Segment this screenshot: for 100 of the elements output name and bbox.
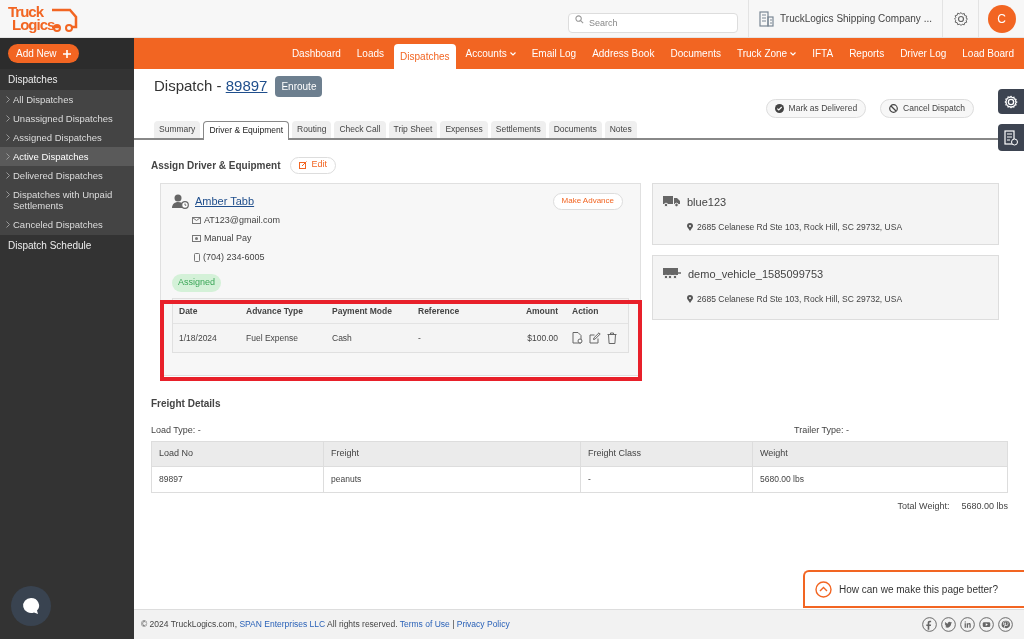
sidebar-item[interactable]: Unassigned Dispatches <box>0 109 134 128</box>
driver-name-link[interactable]: Amber Tabb <box>195 192 255 210</box>
twitter-icon[interactable] <box>941 617 956 632</box>
chevron-right-icon <box>6 134 10 141</box>
caret-icon <box>790 51 797 56</box>
table-cell: - <box>581 467 753 492</box>
tab[interactable]: Summary <box>154 120 201 138</box>
trailer-icon <box>663 268 681 280</box>
edit-icon <box>299 161 308 169</box>
chat-bubble-icon <box>21 596 41 616</box>
page-title: Dispatch - <box>154 77 223 94</box>
column-header: Date <box>179 304 199 318</box>
column-header: Amount <box>524 304 558 318</box>
location-pin-icon <box>687 223 693 232</box>
tab[interactable]: Expenses <box>440 120 488 138</box>
chevron-right-icon <box>6 221 10 228</box>
column-header: Weight <box>759 447 789 461</box>
mark-delivered-button[interactable]: Mark as Delivered <box>765 98 867 118</box>
column-header: Action <box>571 304 600 318</box>
assigned-tag: Assigned <box>172 274 222 292</box>
ban-icon <box>889 103 899 113</box>
footer-link[interactable]: Privacy Policy <box>456 619 510 630</box>
column-header: Payment Mode <box>332 304 393 318</box>
column-header: Advance Type <box>246 304 304 318</box>
sidebar-item[interactable]: All Dispatches <box>0 90 134 109</box>
check-circle-icon <box>774 103 784 113</box>
table-cell-text: - <box>418 331 422 345</box>
tab[interactable]: Driver & Equipment <box>203 120 290 140</box>
chevron-right-icon <box>6 115 10 122</box>
table-cell-text: Cash <box>332 331 353 345</box>
table-cell: 89897 <box>152 467 324 492</box>
section-title: Freight Details <box>151 396 222 411</box>
driver-user-icon <box>172 193 189 209</box>
envelope-icon <box>192 216 201 224</box>
vehicle-address: 2685 Celanese Rd Ste 103, Rock Hill, SC 29732, USA <box>697 221 903 234</box>
building-icon <box>759 10 775 27</box>
search-icon <box>575 14 585 24</box>
linkedin-icon[interactable] <box>960 617 975 632</box>
report-side-button[interactable] <box>998 124 1024 151</box>
table-cell-text: 1/18/2024 <box>179 331 218 345</box>
footer-link[interactable]: SPAN Enterprises LLC <box>239 619 326 630</box>
section-title: Assign Driver & Equipment <box>151 158 281 173</box>
location-pin-icon <box>687 295 693 304</box>
document-clock-icon <box>1004 129 1018 146</box>
sidebar-item[interactable]: Canceled Dispatches <box>0 215 134 234</box>
chat-button[interactable] <box>11 586 51 626</box>
table-cell-text: Fuel Expense <box>246 331 299 345</box>
driver-phone: (704) 234-6005 <box>203 250 265 264</box>
pay-type: Manual Pay <box>204 232 252 245</box>
caret-icon <box>509 51 516 56</box>
column-header: Load No <box>152 442 324 466</box>
tab[interactable]: Routing <box>292 120 332 138</box>
tab[interactable]: Notes <box>604 120 637 138</box>
status-tag: Enroute <box>275 75 323 97</box>
document-icon[interactable] <box>572 332 583 344</box>
table-cell-text: $100.00 <box>526 331 558 345</box>
search-field[interactable]: Search <box>568 12 739 33</box>
chevron-right-icon <box>6 153 10 160</box>
cash-icon <box>192 235 201 243</box>
total-weight-label: Total Weight: <box>897 500 950 513</box>
tab[interactable]: Trip Sheet <box>388 120 438 138</box>
phone-icon <box>194 252 200 262</box>
tab[interactable]: Settlements <box>490 120 546 138</box>
sidebar-item[interactable]: Assigned Dispatches <box>0 128 134 147</box>
column-header: Freight <box>324 442 581 466</box>
driver-email: AT123@gmail.com <box>204 213 280 227</box>
tab[interactable]: Check Call <box>334 120 386 138</box>
trash-icon[interactable] <box>607 332 617 344</box>
tab[interactable]: Documents <box>548 120 602 138</box>
table-cell: peanuts <box>324 467 581 492</box>
load-type: Load Type: - <box>151 423 202 437</box>
facebook-icon[interactable] <box>922 617 937 632</box>
cancel-dispatch-button[interactable]: Cancel Dispatch <box>880 98 974 118</box>
settings-side-button[interactable] <box>998 89 1024 114</box>
company-name[interactable]: TruckLogics Shipping Company ... <box>780 11 932 26</box>
copyright-text: © 2024 TruckLogics.com, SPAN Enterprises LLC All rights reserved. Terms of Use | Privacy Policy <box>141 618 510 631</box>
sidebar-item[interactable]: Dispatches with Unpaid Settlements <box>0 185 134 215</box>
footer-link[interactable]: Terms of Use <box>399 619 450 630</box>
chevron-right-icon <box>6 96 10 103</box>
settings-icon[interactable] <box>952 10 969 27</box>
column-header: Freight Class <box>581 442 753 466</box>
sidebar-item[interactable]: Active Dispatches <box>0 147 134 166</box>
chevron-right-icon <box>6 172 10 179</box>
settings-icon <box>1004 94 1018 109</box>
column-header: Reference <box>418 304 461 318</box>
vehicle-address: 2685 Celanese Rd Ste 103, Rock Hill, SC 29732, USA <box>697 293 903 306</box>
edit-icon[interactable] <box>589 332 601 344</box>
plus-icon <box>62 49 71 58</box>
total-weight-value: 5680.00 lbs <box>961 500 1008 513</box>
table-cell-text: 5680.00 lbs <box>759 473 805 487</box>
vehicle-name: blue123 <box>687 194 727 210</box>
vehicle-name: demo_vehicle_1585099753 <box>688 266 824 282</box>
chevron-right-icon <box>6 191 10 198</box>
pinterest-icon[interactable] <box>998 617 1013 632</box>
sidebar-item[interactable]: Delivered Dispatches <box>0 166 134 185</box>
youtube-icon[interactable] <box>979 617 994 632</box>
truck-icon <box>663 196 680 208</box>
chevron-up-circle-icon[interactable] <box>815 580 832 598</box>
trailer-type: Trailer Type: - <box>794 423 849 437</box>
dispatch-number-link[interactable]: 89897 <box>225 77 268 94</box>
